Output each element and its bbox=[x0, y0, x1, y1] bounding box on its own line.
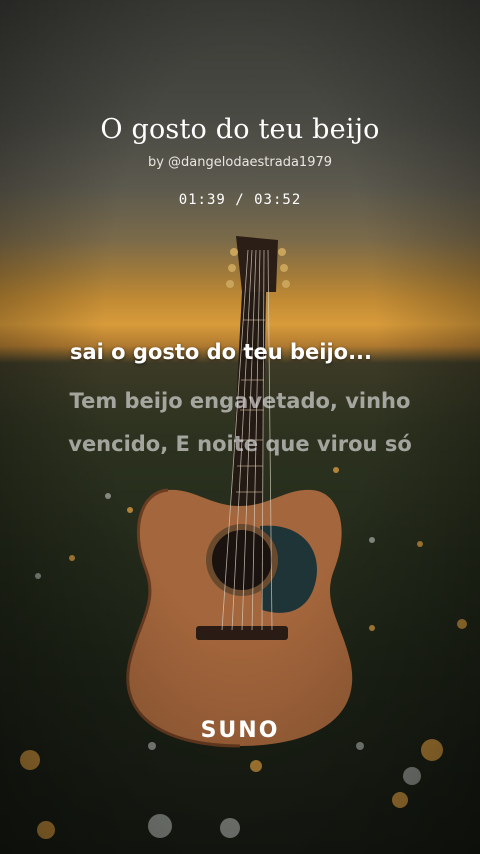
song-title: O gosto do teu beijo bbox=[100, 114, 380, 145]
lyric-next-lines: Tem beijo engavetado, vinho vencido, E n… bbox=[68, 389, 412, 456]
suno-logo: SUNO bbox=[200, 718, 280, 743]
playback-time: 01:39 / 03:52 bbox=[178, 192, 302, 208]
song-author[interactable]: by @dangelodaestrada1979 bbox=[0, 155, 480, 170]
lyric-current-line: sai o gosto do teu beijo... bbox=[70, 340, 372, 364]
